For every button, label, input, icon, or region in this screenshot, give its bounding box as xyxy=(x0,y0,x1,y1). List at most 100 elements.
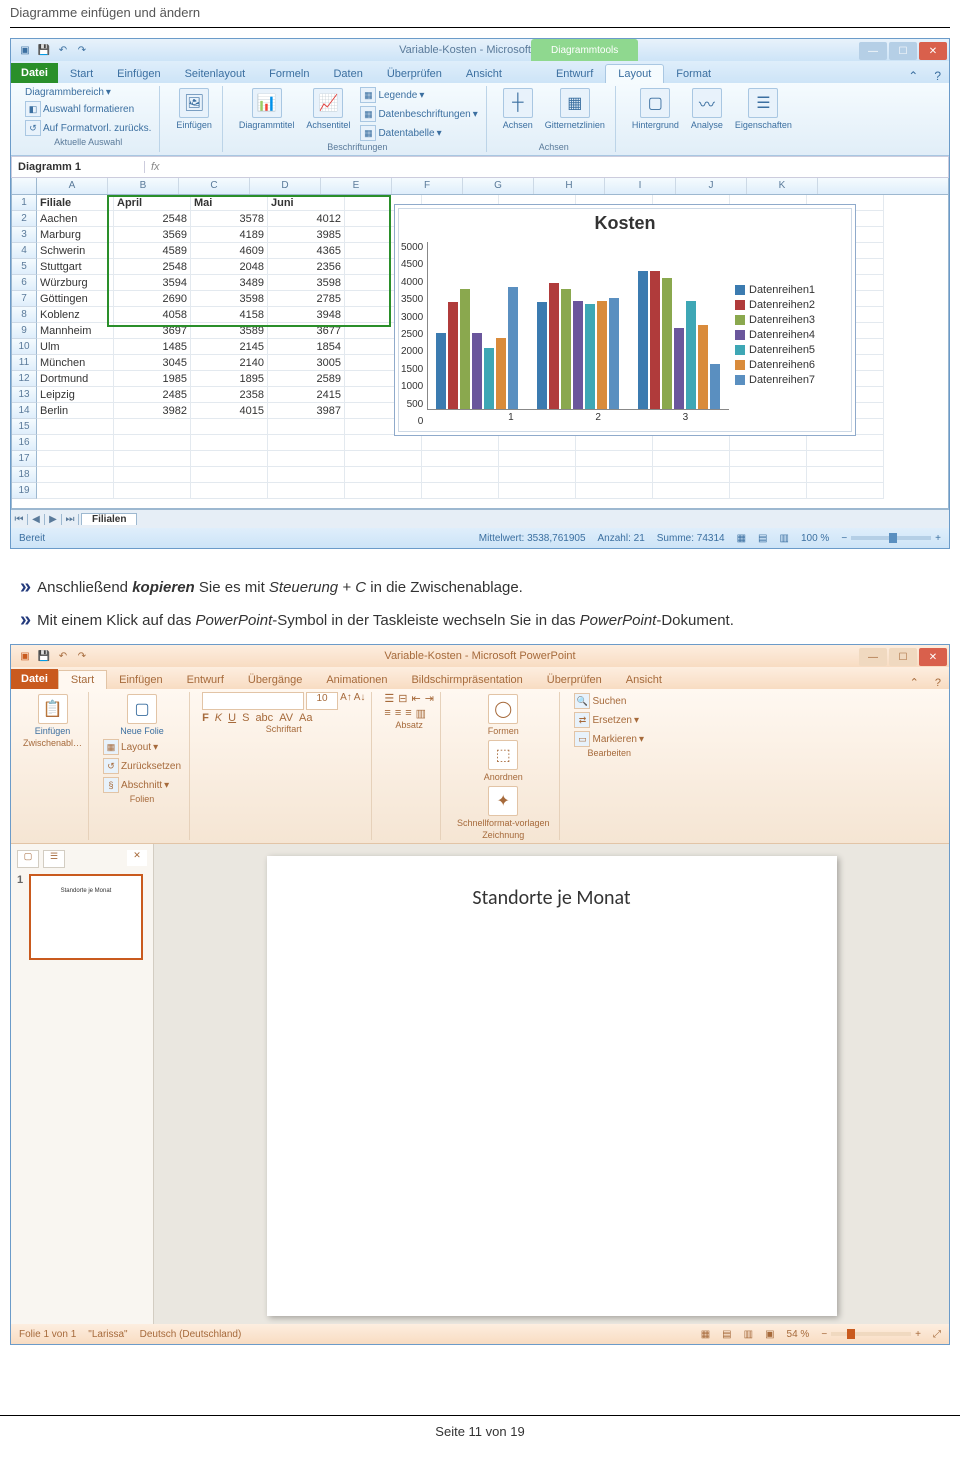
cell[interactable] xyxy=(807,467,884,483)
cell[interactable] xyxy=(422,483,499,499)
row-header[interactable]: 14 xyxy=(12,403,37,419)
tab-uebergaenge[interactable]: Übergänge xyxy=(236,671,314,689)
col-header[interactable]: G xyxy=(463,178,534,194)
cell[interactable]: 3677 xyxy=(268,323,345,339)
tab-nav-next[interactable]: ▶ xyxy=(45,514,62,525)
view-sorter-icon[interactable]: ▤ xyxy=(722,1329,731,1340)
outline-tab-icon[interactable]: ☰ xyxy=(43,850,65,868)
save-icon[interactable]: 💾 xyxy=(36,42,52,58)
cell[interactable]: April xyxy=(114,195,191,211)
tab-format[interactable]: Format xyxy=(664,65,723,83)
cell[interactable]: Aachen xyxy=(37,211,114,227)
tab-formeln[interactable]: Formeln xyxy=(257,65,321,83)
help-icon[interactable]: ? xyxy=(926,69,949,83)
row-header[interactable]: 7 xyxy=(12,291,37,307)
data-table-button[interactable]: ▦Datentabelle ▾ xyxy=(358,124,479,142)
insert-button[interactable]: 🖼Einfügen xyxy=(172,86,216,132)
cell[interactable]: Berlin xyxy=(37,403,114,419)
cell[interactable] xyxy=(807,451,884,467)
tab-ueberpruefen[interactable]: Überprüfen xyxy=(375,65,454,83)
cell[interactable]: 2415 xyxy=(268,387,345,403)
bold-button[interactable]: F xyxy=(202,712,209,724)
cell[interactable] xyxy=(37,419,114,435)
select-all-corner[interactable] xyxy=(12,178,37,194)
cell[interactable] xyxy=(499,483,576,499)
align-left-button[interactable]: ≡ xyxy=(384,707,390,720)
select-button[interactable]: ▭Markieren ▾ xyxy=(572,730,646,748)
layout-button[interactable]: ▦Layout ▾ xyxy=(101,738,183,756)
zoom-level[interactable]: 100 % xyxy=(801,533,829,544)
align-center-button[interactable]: ≡ xyxy=(395,707,401,720)
sheet-tab-filialen[interactable]: Filialen xyxy=(81,513,137,525)
tab-daten[interactable]: Daten xyxy=(321,65,374,83)
cell[interactable]: 4609 xyxy=(191,243,268,259)
format-selection-button[interactable]: ◧Auswahl formatieren xyxy=(23,100,136,118)
chart-title-button[interactable]: 📊Diagrammtitel xyxy=(235,86,299,132)
redo-icon[interactable]: ↷ xyxy=(74,42,90,58)
analysis-button[interactable]: 〰Analyse xyxy=(687,86,727,132)
replace-button[interactable]: ⇄Ersetzen ▾ xyxy=(572,711,646,729)
cell[interactable] xyxy=(345,467,422,483)
tab-nav-first[interactable]: ⏮ xyxy=(11,514,28,525)
row-header[interactable]: 11 xyxy=(12,355,37,371)
close-button[interactable]: ✕ xyxy=(919,42,947,60)
row-header[interactable]: 3 xyxy=(12,227,37,243)
cell[interactable] xyxy=(191,435,268,451)
cell[interactable]: 2140 xyxy=(191,355,268,371)
redo-icon[interactable]: ↷ xyxy=(74,648,90,664)
cell[interactable]: 1854 xyxy=(268,339,345,355)
cell[interactable]: Göttingen xyxy=(37,291,114,307)
col-header[interactable]: J xyxy=(676,178,747,194)
row-header[interactable]: 15 xyxy=(12,419,37,435)
cell[interactable]: Mannheim xyxy=(37,323,114,339)
cell[interactable] xyxy=(576,467,653,483)
cell[interactable]: München xyxy=(37,355,114,371)
cell[interactable]: 3697 xyxy=(114,323,191,339)
help-icon[interactable]: ? xyxy=(927,677,949,689)
cell[interactable]: 4058 xyxy=(114,307,191,323)
undo-icon[interactable]: ↶ xyxy=(55,42,71,58)
tab-datei[interactable]: Datei xyxy=(11,669,58,689)
cell[interactable] xyxy=(730,483,807,499)
cell[interactable]: 3489 xyxy=(191,275,268,291)
col-header[interactable]: E xyxy=(321,178,392,194)
cell[interactable]: 3594 xyxy=(114,275,191,291)
cell[interactable]: 3005 xyxy=(268,355,345,371)
row-header[interactable]: 5 xyxy=(12,259,37,275)
slide-area[interactable]: Standorte je Monat xyxy=(154,844,949,1324)
tab-seitenlayout[interactable]: Seitenlayout xyxy=(173,65,258,83)
cell[interactable] xyxy=(653,435,730,451)
cell[interactable]: 2485 xyxy=(114,387,191,403)
reset-button[interactable]: ↺Zurücksetzen xyxy=(101,757,183,775)
cell[interactable]: 3598 xyxy=(191,291,268,307)
zoom-level[interactable]: 54 % xyxy=(787,1329,810,1340)
quick-styles-button[interactable]: ✦Schnellformat-vorlagen xyxy=(453,784,554,830)
tab-ansicht[interactable]: Ansicht xyxy=(614,671,674,689)
col-header[interactable]: I xyxy=(605,178,676,194)
cell[interactable]: 1485 xyxy=(114,339,191,355)
underline-button[interactable]: U xyxy=(228,712,236,724)
row-header[interactable]: 19 xyxy=(12,483,37,499)
columns-button[interactable]: ▥ xyxy=(416,707,426,720)
cell[interactable]: 2589 xyxy=(268,371,345,387)
cell[interactable] xyxy=(499,435,576,451)
undo-icon[interactable]: ↶ xyxy=(55,648,71,664)
cell[interactable] xyxy=(730,467,807,483)
language[interactable]: Deutsch (Deutschland) xyxy=(140,1329,242,1340)
cell[interactable] xyxy=(422,435,499,451)
row-header[interactable]: 16 xyxy=(12,435,37,451)
cell[interactable]: Schwerin xyxy=(37,243,114,259)
powerpoint-icon[interactable]: ▣ xyxy=(17,648,33,664)
tab-layout[interactable]: Layout xyxy=(605,64,664,83)
slides-tab-icon[interactable]: ▢ xyxy=(17,850,39,868)
cell[interactable]: 3578 xyxy=(191,211,268,227)
col-header[interactable]: B xyxy=(108,178,179,194)
cell[interactable] xyxy=(422,467,499,483)
cell[interactable] xyxy=(37,467,114,483)
cell[interactable]: 3948 xyxy=(268,307,345,323)
cell[interactable] xyxy=(37,451,114,467)
cell[interactable]: 3589 xyxy=(191,323,268,339)
close-button[interactable]: ✕ xyxy=(919,648,947,666)
cell[interactable]: Leipzig xyxy=(37,387,114,403)
tab-entwurf[interactable]: Entwurf xyxy=(544,65,605,83)
